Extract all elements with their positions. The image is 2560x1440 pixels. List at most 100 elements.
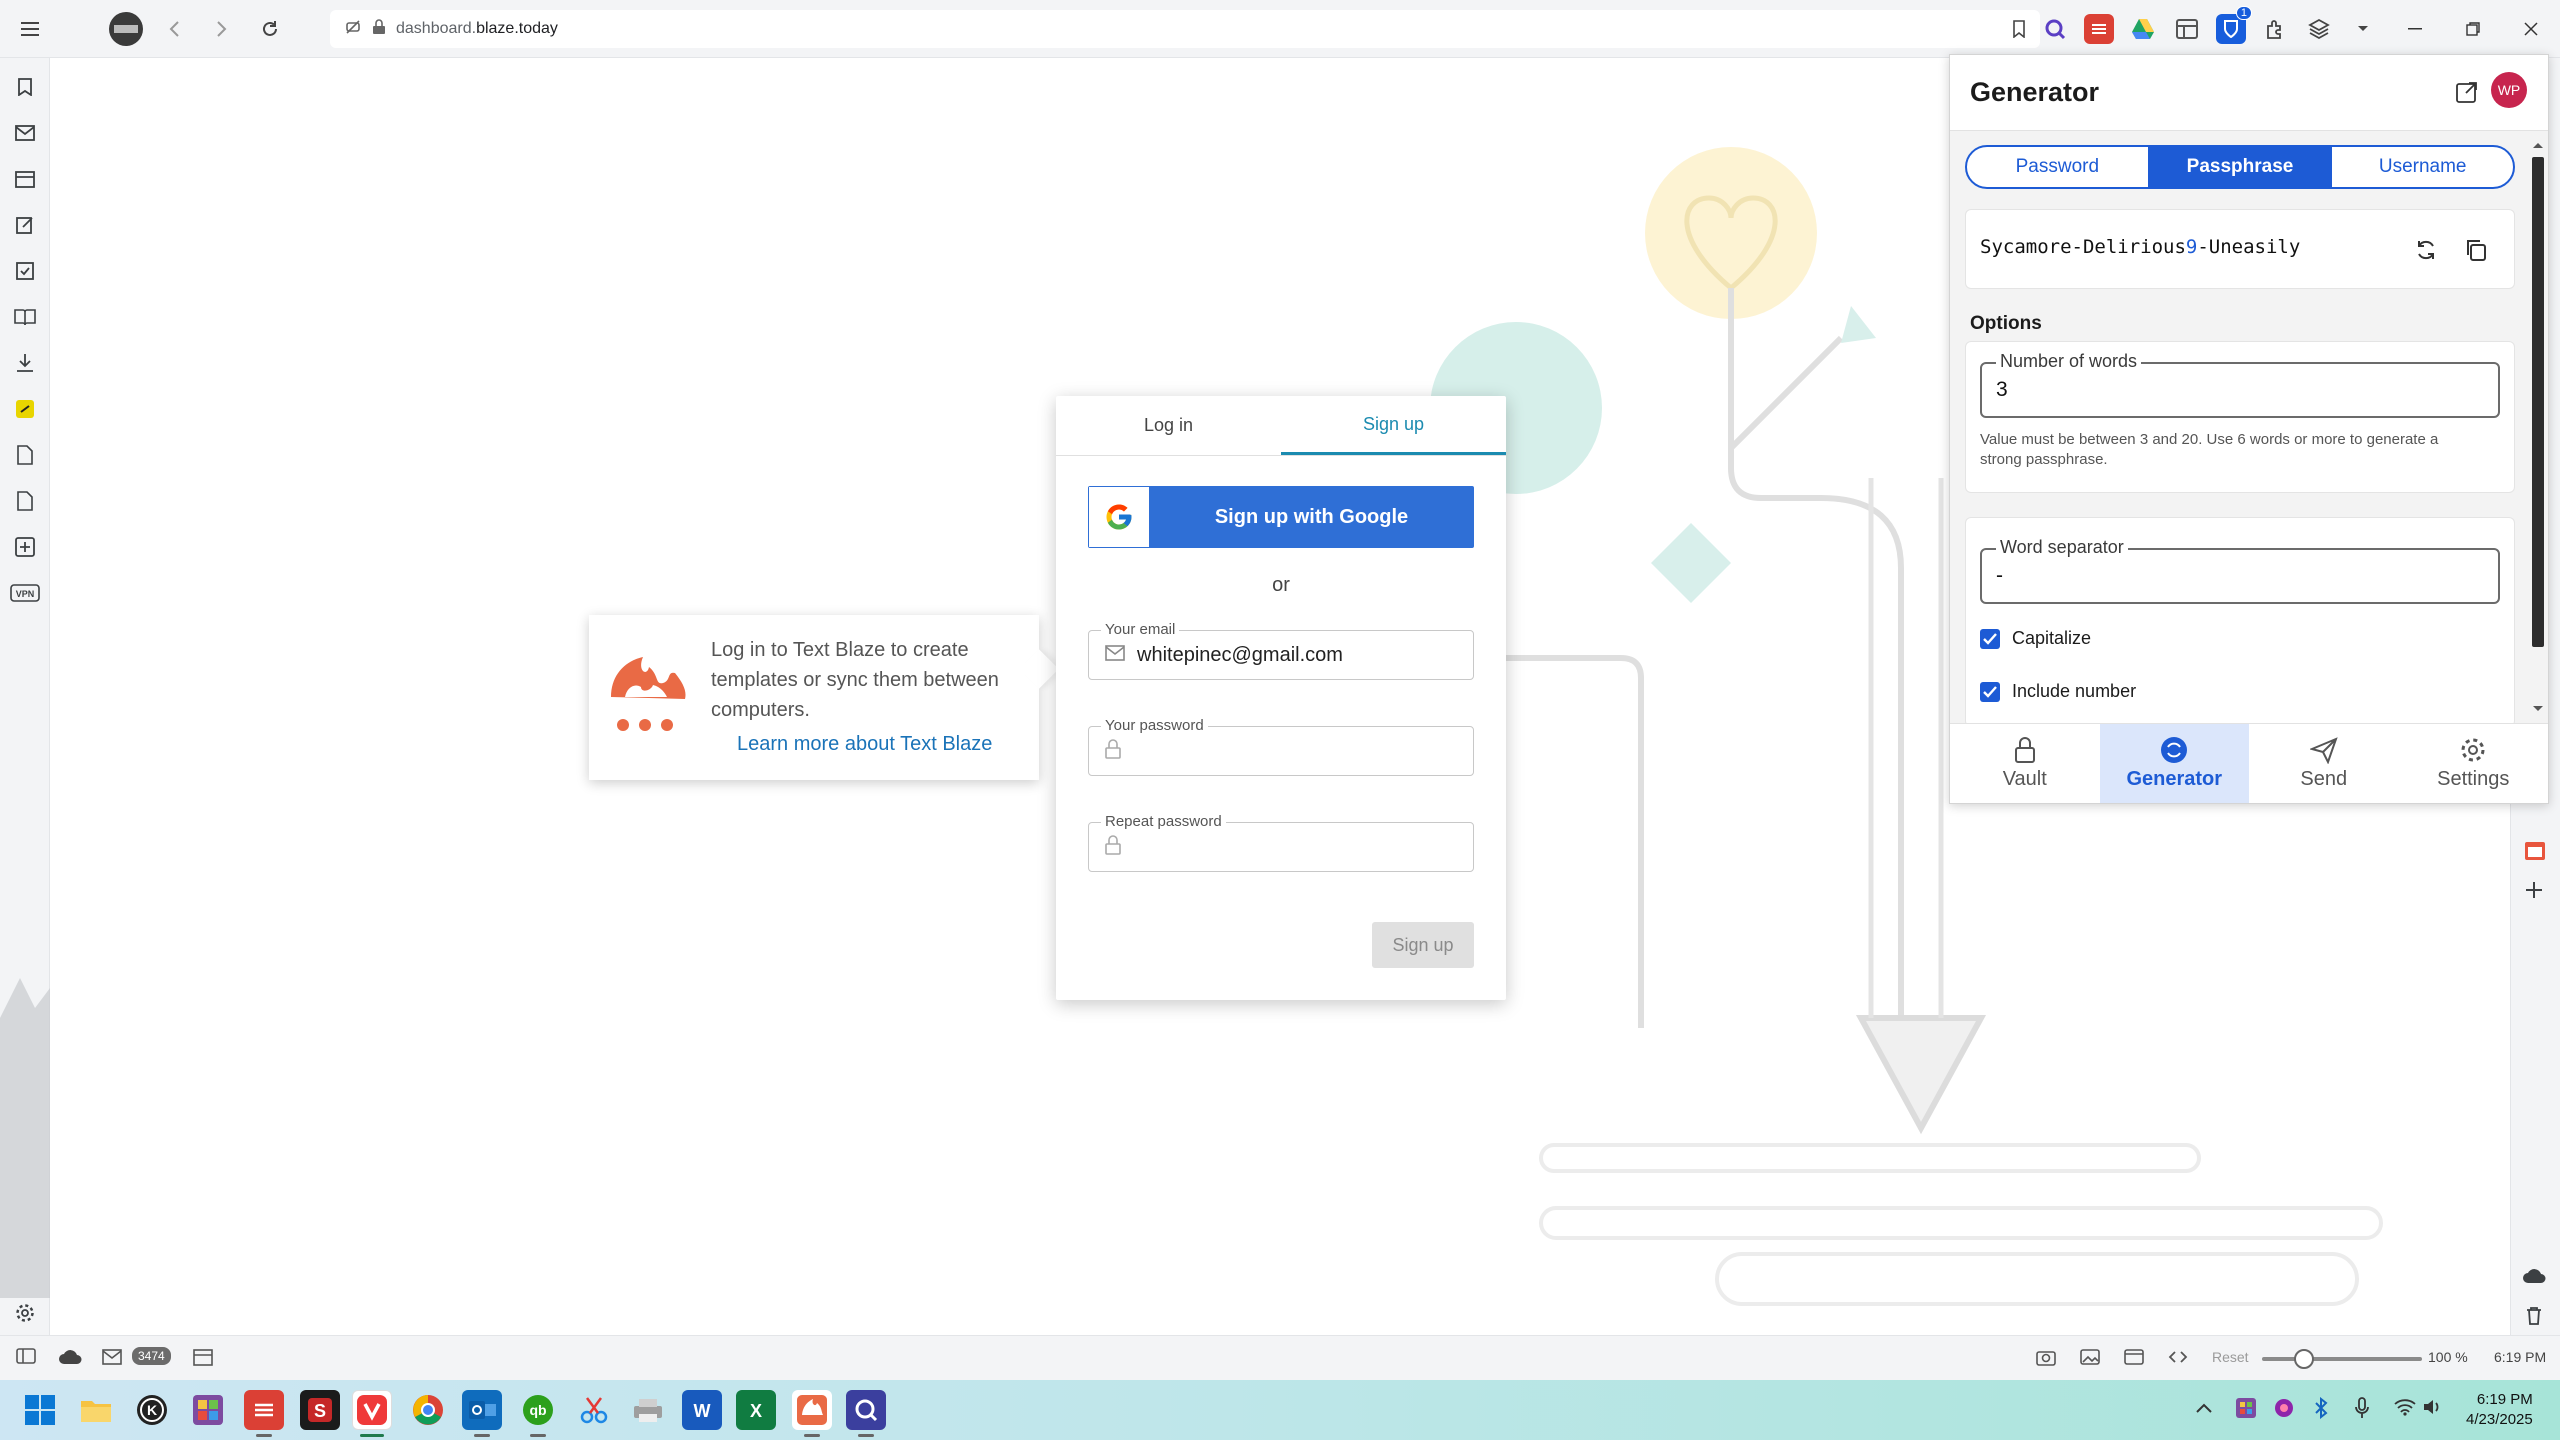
outlook-icon[interactable] [462, 1390, 502, 1430]
notes-icon[interactable] [12, 212, 38, 238]
scroll-down-icon[interactable] [2532, 705, 2544, 713]
tab-sign-up[interactable]: Sign up [1281, 396, 1506, 455]
app-s-icon[interactable]: S [300, 1390, 340, 1430]
microphone-icon[interactable] [2354, 1397, 2370, 1424]
tasks-icon[interactable] [12, 258, 38, 284]
chevron-down-icon[interactable] [2348, 14, 2378, 44]
cloud-icon[interactable] [2522, 1268, 2548, 1289]
calendar-icon[interactable] [193, 1348, 213, 1369]
number-of-words-input[interactable]: Number of words 3 [1980, 351, 2500, 418]
menu-icon[interactable] [6, 5, 54, 53]
printer-app-icon[interactable] [628, 1390, 668, 1430]
learn-more-link[interactable]: Learn more about Text Blaze [737, 733, 992, 756]
vivaldi-icon[interactable] [352, 1390, 392, 1430]
calendar-icon[interactable] [12, 166, 38, 192]
bookmark-icon[interactable] [2012, 20, 2026, 43]
search-extension-icon[interactable] [2040, 14, 2070, 44]
tray-app-icon[interactable] [2274, 1398, 2294, 1423]
chrome-icon[interactable] [408, 1390, 448, 1430]
add-panel-icon[interactable] [12, 534, 38, 560]
word-separator-input[interactable]: Word separator - [1980, 537, 2500, 604]
type-passphrase-button[interactable]: Passphrase [2149, 147, 2333, 187]
popout-icon[interactable] [2456, 81, 2478, 108]
include-number-checkbox[interactable]: Include number [1980, 681, 2136, 702]
nav-generator[interactable]: Generator [2099, 724, 2249, 803]
google-signup-button[interactable]: Sign up with Google [1088, 486, 1474, 548]
back-icon[interactable] [150, 5, 198, 53]
extension-panel-icon[interactable] [12, 396, 38, 422]
type-password-button[interactable]: Password [1967, 147, 2150, 187]
copy-icon[interactable] [2464, 238, 2488, 267]
file-explorer-icon[interactable] [76, 1390, 116, 1430]
signup-submit-button[interactable]: Sign up [1372, 922, 1474, 968]
close-icon[interactable] [2502, 0, 2560, 58]
settings-gear-icon[interactable] [12, 1300, 38, 1326]
trash-icon[interactable] [2525, 1306, 2543, 1331]
add-icon[interactable] [2524, 880, 2544, 905]
type-username-button[interactable]: Username [2332, 147, 2513, 187]
taskbar-clock[interactable]: 6:19 PM 4/23/2025 [2466, 1390, 2533, 1430]
app-grid-icon[interactable] [188, 1390, 228, 1430]
todoist-extension-icon[interactable] [2084, 14, 2114, 44]
start-icon[interactable] [20, 1390, 60, 1430]
profile-avatar[interactable] [102, 5, 150, 53]
site-settings-icon[interactable] [344, 18, 362, 41]
volume-icon[interactable] [2422, 1398, 2444, 1421]
generator-header: Generator WP [1950, 55, 2548, 131]
wifi-icon[interactable] [2394, 1398, 2416, 1421]
downloads-icon[interactable] [12, 350, 38, 376]
calendar-extension-icon[interactable] [2523, 838, 2547, 867]
zoom-slider[interactable] [2262, 1349, 2422, 1369]
generated-passphrase[interactable]: Sycamore-Delirious9-Uneasily [1980, 236, 2300, 258]
capitalize-checkbox[interactable]: Capitalize [1980, 628, 2091, 649]
nav-send[interactable]: Send [2249, 724, 2399, 803]
tray-chevron-up-icon[interactable] [2196, 1400, 2212, 1418]
textblaze-taskbar-icon[interactable] [792, 1390, 832, 1430]
nav-settings[interactable]: Settings [2399, 724, 2549, 803]
code-icon[interactable] [2168, 1348, 2188, 1369]
nav-vault[interactable]: Vault [1950, 724, 2100, 803]
quickbooks-icon[interactable]: qb [518, 1390, 558, 1430]
app-q-icon[interactable] [846, 1390, 886, 1430]
restore-icon[interactable] [2444, 0, 2502, 58]
drive-extension-icon[interactable] [2128, 14, 2158, 44]
bluetooth-icon[interactable] [2314, 1396, 2328, 1424]
password-field[interactable]: Your password [1088, 717, 1474, 776]
word-icon[interactable]: W [682, 1390, 722, 1430]
reload-icon[interactable] [246, 5, 294, 53]
mail-icon[interactable] [12, 120, 38, 146]
sync-cloud-icon[interactable] [58, 1349, 82, 1368]
forward-icon[interactable] [198, 5, 246, 53]
page-tiling-icon[interactable] [2124, 1348, 2144, 1369]
mail-icon[interactable] [102, 1349, 122, 1368]
repeat-password-field[interactable]: Repeat password [1088, 813, 1474, 872]
address-bar[interactable]: dashboard. blaze.today [330, 10, 2040, 48]
bookmarks-icon[interactable] [12, 74, 38, 100]
panel-toggle-icon[interactable] [16, 1348, 36, 1367]
panel-scrollbar[interactable] [2526, 137, 2548, 717]
layers-icon[interactable] [2304, 14, 2334, 44]
email-field[interactable]: Your email whitepinec@gmail.com [1088, 621, 1474, 680]
zoom-slider-thumb[interactable] [2294, 1349, 2314, 1369]
account-avatar[interactable]: WP [2491, 72, 2527, 108]
excel-icon[interactable]: X [736, 1390, 776, 1430]
puzzle-extensions-icon[interactable] [2260, 14, 2290, 44]
document-icon[interactable] [12, 488, 38, 514]
reading-list-icon[interactable] [12, 304, 38, 330]
scroll-up-icon[interactable] [2532, 141, 2544, 149]
capture-icon[interactable] [2036, 1348, 2056, 1369]
tray-app-icon[interactable] [2236, 1398, 2256, 1423]
app-k-icon[interactable]: K [132, 1390, 172, 1430]
todoist-icon[interactable] [244, 1390, 284, 1430]
document-icon[interactable] [12, 442, 38, 468]
scrollbar-thumb[interactable] [2532, 157, 2544, 647]
snipping-tool-icon[interactable] [574, 1390, 614, 1430]
regenerate-icon[interactable] [2414, 238, 2438, 267]
images-icon[interactable] [2080, 1348, 2100, 1369]
vpn-icon[interactable]: VPN [10, 580, 40, 606]
zoom-reset-button[interactable]: Reset [2212, 1349, 2249, 1365]
gallery-extension-icon[interactable] [2172, 14, 2202, 44]
tab-log-in[interactable]: Log in [1056, 396, 1281, 455]
bitwarden-extension-icon[interactable]: 1 [2216, 6, 2252, 44]
minimize-icon[interactable] [2386, 0, 2444, 58]
